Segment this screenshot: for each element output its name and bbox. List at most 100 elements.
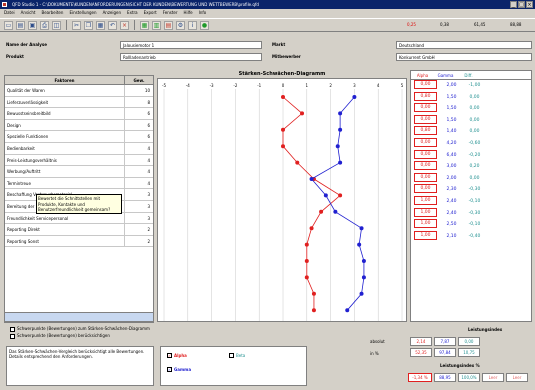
rating-row[interactable]: 1,00 2,10 -0,40 [411,230,531,243]
rating-row[interactable]: 0,00 1,50 0,00 [411,103,531,115]
data-point [323,193,328,198]
menu-bearbeiten[interactable]: Bearbeiten [41,9,63,17]
rating-row[interactable]: 0,00 6,40 -0,20 [411,149,531,162]
factor-name: Spezielle Funktionen [5,131,125,142]
legend-beta[interactable]: Beta [229,353,245,358]
table-row[interactable]: Bedienbarkeit 4 [5,142,153,155]
new-icon[interactable]: ▭ [4,20,13,30]
table-row[interactable]: Reporting Direkt 2 [5,224,153,236]
option-row-2[interactable]: Schwerpunkte (Bewertungen) berücksichtig… [10,333,110,339]
table-row[interactable]: Termintreue 4 [5,177,153,190]
maximize-button[interactable]: □ [518,1,525,8]
market-field[interactable]: Deutschland [396,41,532,49]
table-icon[interactable]: ▤ [164,20,173,30]
factor-weight: 6 [147,134,150,140]
competitor-field[interactable]: Konkurrent GmbH [396,53,532,61]
rating-row[interactable]: 0,00 2,30 -0,30 [411,184,531,196]
factor-weight: 3 [147,203,150,209]
undo-icon[interactable]: ↶ [108,20,117,30]
col-header-gamma[interactable]: Gamma [434,71,457,79]
rating-gamma: 2,00 [446,175,457,181]
menu-extra[interactable]: Extra [127,9,138,17]
table-row[interactable]: Preis-Leistungsverhältnis 4 [5,154,153,167]
checkbox-icon[interactable] [229,353,234,358]
legend-alpha[interactable]: ✓ Alpha [167,353,187,358]
print-icon[interactable]: ⎙ [40,20,49,30]
menu-info[interactable]: Info [199,9,207,17]
selection-strip[interactable] [4,312,154,322]
delete-icon[interactable]: × [120,20,129,30]
rating-row[interactable]: 0,00 3,00 0,20 [411,161,531,173]
col-header-diff[interactable]: Diff. [457,71,480,79]
table-row[interactable]: Bewusstseinsbreitbild 6 [5,108,153,120]
factor-name: Preis-Leistungsverhältnis [5,154,125,166]
option-row-1[interactable]: Schwerpunkte (Bewertungen) zum Stärken-S… [10,326,150,332]
percent-label: in % [370,351,379,356]
app-icon [2,2,7,7]
rating-gamma: 1,50 [446,117,457,123]
table-row[interactable]: Qualität der Waren 10 [5,85,153,97]
product-field[interactable]: Rollladenantrieb [120,53,262,61]
chart-icon[interactable]: ▥ [152,20,161,30]
save-icon[interactable]: ▣ [28,20,37,30]
rating-row[interactable]: 0,80 1,50 0,00 [411,91,531,104]
abs-alpha: 2,14 [410,337,432,346]
table-row[interactable]: Lieferzuverlässigkeit 8 [5,96,153,109]
col-header-weight[interactable]: Gew. [125,76,153,84]
data-point [335,144,340,149]
table-row[interactable]: Design 6 [5,119,153,132]
chart-title: Stärken-Schwächen-Diagramm [157,70,407,79]
settings-icon[interactable]: ⚙ [176,20,185,30]
col-header-factors[interactable]: Faktoren [5,76,125,84]
rating-gamma: 2,40 [446,198,457,204]
preview-icon[interactable]: ◫ [52,20,61,30]
factor-table-header: Faktoren Gew. [5,76,153,85]
checkbox-icon[interactable] [10,326,15,332]
rating-row[interactable]: 0,00 1,50 0,00 [411,114,531,127]
rating-row[interactable]: 0,80 1,40 0,00 [411,126,531,138]
factor-name: Bedienbarkeit [5,142,125,154]
rating-row[interactable]: 0,00 2,00 -1,00 [411,80,531,92]
close-button[interactable]: × [526,1,533,8]
go-icon[interactable]: ● [200,20,209,30]
rating-row[interactable]: 1,00 2,50 -0,10 [411,219,531,231]
data-point [311,291,316,296]
analysis-field[interactable]: Jalousiemotor 1 [120,41,262,49]
checkbox-icon[interactable] [10,333,15,339]
data-point [338,160,343,165]
menu-einstellungen[interactable]: Einstellungen [69,9,96,17]
legend-gamma[interactable]: ✓ Gamma [167,367,191,372]
rating-row[interactable]: 1,00 2,40 -0,30 [411,207,531,220]
table-row[interactable]: Spezielle Funktionen 6 [5,131,153,143]
rating-gamma: 4,20 [446,140,457,146]
menu-hilfe[interactable]: Hilfe [184,9,193,17]
col-header-alpha[interactable]: Alpha [411,71,434,79]
table-row[interactable]: Werbung/Auftritt 4 [5,166,153,178]
factor-name: Reporting Direkt [5,224,125,235]
menu-anzeigen[interactable]: Anzeigen [103,9,121,17]
open-icon[interactable]: ▤ [16,20,25,30]
menu-datei[interactable]: Datei [4,9,15,17]
rating-alpha: 1,00 [414,219,437,229]
tooltip: Bewertet die Schnittstellen mit Produkte… [36,194,122,214]
factor-weight: 3 [147,192,150,198]
memo-field[interactable]: Das Stärken-Schwächen-Vergleich berücksi… [6,346,154,386]
rating-row[interactable]: 0,00 4,20 -0,60 [411,137,531,150]
check-icon[interactable]: ✓ [167,353,172,358]
info-icon[interactable]: i [188,20,197,30]
check-icon[interactable]: ✓ [167,367,172,372]
rating-row[interactable]: 1,00 2,40 -0,10 [411,195,531,208]
table-row[interactable]: Reporting Sonst 2 [5,235,153,248]
minimize-button[interactable]: _ [510,1,517,8]
rating-diff: -0,40 [468,233,481,239]
rating-row[interactable]: 0,00 2,00 0,00 [411,172,531,185]
cut-icon[interactable]: ✂ [72,20,81,30]
menu-ansicht[interactable]: Ansicht [21,9,36,17]
paste-icon[interactable]: ▦ [96,20,105,30]
table-row[interactable]: Freundlichkeit Servicepersonal 3 [5,212,153,225]
copy-icon[interactable]: ❐ [84,20,93,30]
factor-weight: 4 [147,145,150,151]
grid-icon[interactable]: ▦ [140,20,149,30]
menu-fenster[interactable]: Fenster [163,9,178,17]
menu-export[interactable]: Export [144,9,157,17]
